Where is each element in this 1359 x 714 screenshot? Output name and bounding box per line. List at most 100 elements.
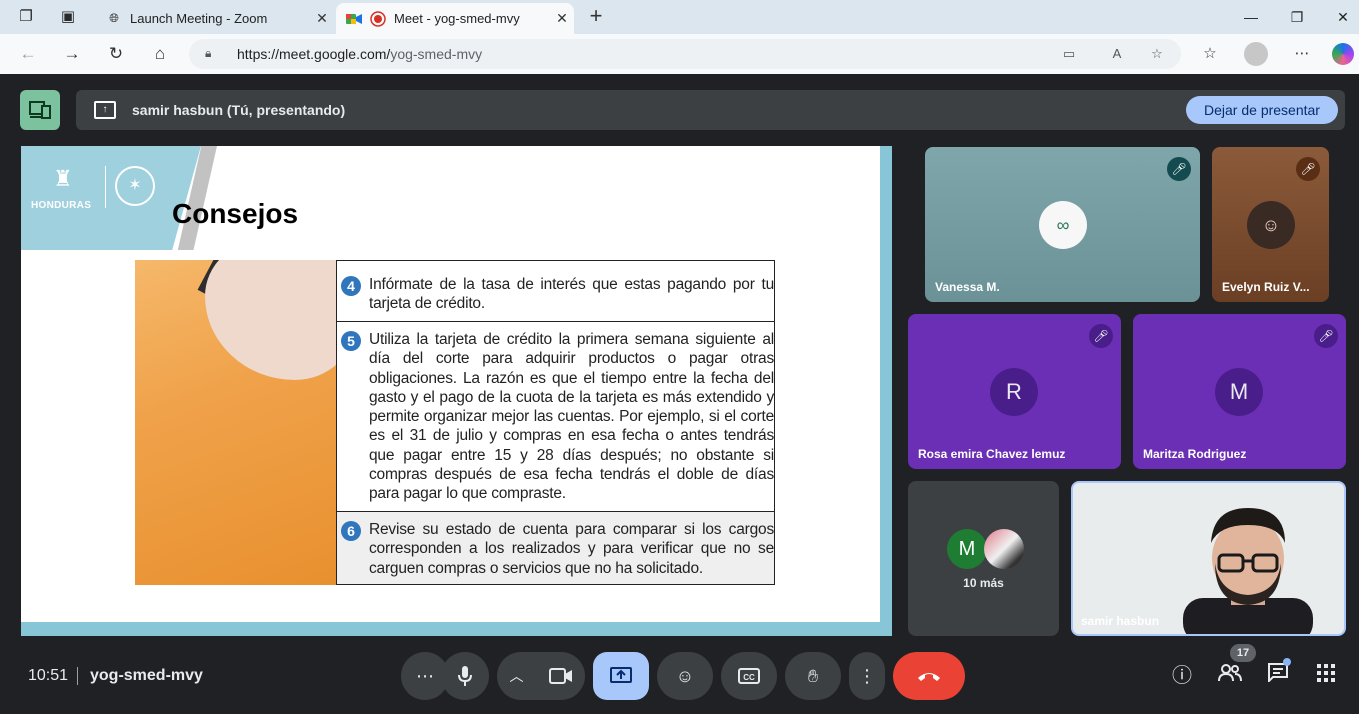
activities-button[interactable] <box>1312 662 1340 690</box>
meeting-details-button[interactable]: ⓘ <box>1168 662 1196 690</box>
present-layout-button[interactable] <box>20 90 60 130</box>
mic-off-icon: 🎤︎ <box>1167 157 1191 181</box>
refresh-button[interactable]: ↻ <box>104 43 128 65</box>
microphone-button[interactable] <box>441 652 489 700</box>
avatar: M <box>947 529 987 569</box>
tip-row: 5 Utiliza la tarjeta de crédito la prime… <box>337 321 774 511</box>
apps-grid-icon <box>1317 664 1335 682</box>
camera-control-group[interactable]: ︿ <box>497 652 585 700</box>
stop-presenting-button[interactable]: Dejar de presentar <box>1186 96 1338 124</box>
svg-text:CC: CC <box>743 673 755 682</box>
restore-button[interactable]: ❐ <box>1282 6 1312 28</box>
close-window-button[interactable]: ✕ <box>1328 6 1358 28</box>
close-tab-icon[interactable]: ✕ <box>550 10 574 27</box>
hang-up-icon <box>918 673 940 681</box>
hand-icon: ✋︎ <box>807 665 819 686</box>
present-screen-button[interactable] <box>593 652 649 700</box>
avatar: M <box>1215 368 1263 416</box>
self-video-figure <box>1183 508 1313 634</box>
slide-canvas: ♜ HONDURAS ✶ Consejos 4 Infórmate de la … <box>21 146 880 622</box>
avatar <box>984 529 1024 569</box>
chevron-up-icon[interactable]: ︿ <box>510 666 524 686</box>
read-aloud-icon[interactable]: A <box>1107 45 1127 63</box>
info-icon: ⓘ <box>1172 665 1192 687</box>
browser-tab-bar: ❐ ▣ 🌐︎ Launch Meeting - Zoom ✕ Meet - yo… <box>0 0 1359 34</box>
participant-tile-vanessa[interactable]: ∞ 🎤︎ Vanessa M. <box>925 147 1200 302</box>
self-video-tile[interactable]: samir hasbun <box>1071 481 1346 636</box>
tab-meet[interactable]: Meet - yog-smed-mvy ✕ <box>336 3 574 34</box>
favorites-icon[interactable]: ☆ <box>1198 43 1222 65</box>
participant-tile-maritza[interactable]: M 🎤︎ Maritza Rodriguez <box>1133 314 1346 469</box>
logo-text: HONDURAS <box>31 200 92 211</box>
tab-title: Meet - yog-smed-mvy <box>394 11 520 26</box>
coat-of-arms-icon: ♜ <box>53 166 73 191</box>
tip-row: 6 Revise su estado de cuenta para compar… <box>337 511 774 584</box>
chat-unread-dot <box>1283 658 1291 666</box>
profile-avatar[interactable] <box>1244 42 1268 66</box>
tip-number: 6 <box>341 521 361 541</box>
shared-slide: ♜ HONDURAS ✶ Consejos 4 Infórmate de la … <box>21 146 892 636</box>
participant-tile-evelyn[interactable]: ☺ 🎤︎ Evelyn Ruiz V... <box>1212 147 1329 302</box>
logo-divider <box>105 166 106 208</box>
devices-icon <box>29 101 51 119</box>
camera-permission-icon[interactable]: ▭ <box>1059 45 1079 63</box>
participant-name: Maritza Rodriguez <box>1143 447 1247 461</box>
tips-table: 4 Infórmate de la tasa de interés que es… <box>336 260 775 585</box>
credit-card-photo <box>135 260 337 585</box>
participant-name: Vanessa M. <box>935 280 1000 294</box>
chat-button[interactable] <box>1264 662 1292 690</box>
tip-row: 4 Infórmate de la tasa de interés que es… <box>337 261 774 321</box>
seal-icon: ✶ <box>115 166 155 206</box>
participant-name: samir hasbun <box>1081 614 1160 628</box>
meet-logo-icon <box>346 11 362 27</box>
hand-shape <box>205 260 337 380</box>
emoji-icon: ☺ <box>675 665 695 686</box>
mic-off-icon: 🎤︎ <box>1314 324 1338 348</box>
vertical-tabs-icon[interactable]: ▣ <box>58 7 78 27</box>
minimize-button[interactable]: — <box>1236 6 1266 28</box>
reactions-button[interactable]: ☺ <box>657 652 713 700</box>
url-field[interactable]: 🔒︎ https://meet.google.com/yog-smed-mvy … <box>189 39 1181 69</box>
presenting-label: samir hasbun (Tú, presentando) <box>132 102 346 118</box>
meeting-code: yog-smed-mvy <box>90 667 203 684</box>
workspaces-icon[interactable]: ❐ <box>16 7 36 27</box>
vertical-dots-icon: ⋮ <box>858 665 876 686</box>
address-toolbar: ← → ↻ ⌂ 🔒︎ https://meet.google.com/yog-s… <box>0 34 1359 74</box>
presenting-banner: ↑ samir hasbun (Tú, presentando) <box>76 90 1345 130</box>
clock-time: 10:51 <box>28 667 69 684</box>
new-tab-button[interactable]: + <box>584 5 608 29</box>
recording-icon <box>370 10 386 27</box>
camera-icon[interactable] <box>548 667 573 685</box>
back-button[interactable]: ← <box>16 43 40 65</box>
tip-number: 5 <box>341 331 361 351</box>
ellipsis-icon: ⋯ <box>416 665 434 686</box>
tab-zoom[interactable]: 🌐︎ Launch Meeting - Zoom ✕ <box>96 3 334 34</box>
tip-text: Revise su estado de cuenta para comparar… <box>369 521 774 577</box>
more-participants-label: 10 más <box>963 576 1004 590</box>
forward-button[interactable]: → <box>60 43 84 65</box>
captions-icon: CC <box>738 668 760 684</box>
copilot-icon[interactable] <box>1332 43 1354 65</box>
participant-name: Rosa emira Chavez lemuz <box>918 447 1066 461</box>
home-button[interactable]: ⌂ <box>148 43 172 65</box>
more-participants-tile[interactable]: M 10 más <box>908 481 1059 636</box>
present-screen-icon: ↑ <box>94 101 116 119</box>
lock-icon[interactable]: 🔒︎ <box>205 46 219 62</box>
close-tab-icon[interactable]: ✕ <box>310 10 334 27</box>
more-options-icon[interactable]: ⋯ <box>1290 43 1314 65</box>
tip-text: Utiliza la tarjeta de crédito la primera… <box>369 331 774 503</box>
raise-hand-button[interactable]: ✋︎ <box>785 652 841 700</box>
tip-text: Infórmate de la tasa de interés que esta… <box>369 276 774 313</box>
globe-icon: 🌐︎ <box>109 11 119 25</box>
avatar: ∞ <box>1039 201 1087 249</box>
people-button[interactable] <box>1216 662 1244 690</box>
url-text: https://meet.google.com/yog-smed-mvy <box>237 46 483 62</box>
favorite-star-icon[interactable]: ☆ <box>1147 45 1167 63</box>
microphone-icon <box>458 666 472 686</box>
leave-call-button[interactable] <box>893 652 965 700</box>
captions-button[interactable]: CC <box>721 652 777 700</box>
participant-tile-rosa[interactable]: R 🎤︎ Rosa emira Chavez lemuz <box>908 314 1121 469</box>
avatar: ☺ <box>1247 201 1295 249</box>
participant-name: Evelyn Ruiz V... <box>1222 280 1310 294</box>
more-options-button[interactable]: ⋮ <box>849 652 885 700</box>
